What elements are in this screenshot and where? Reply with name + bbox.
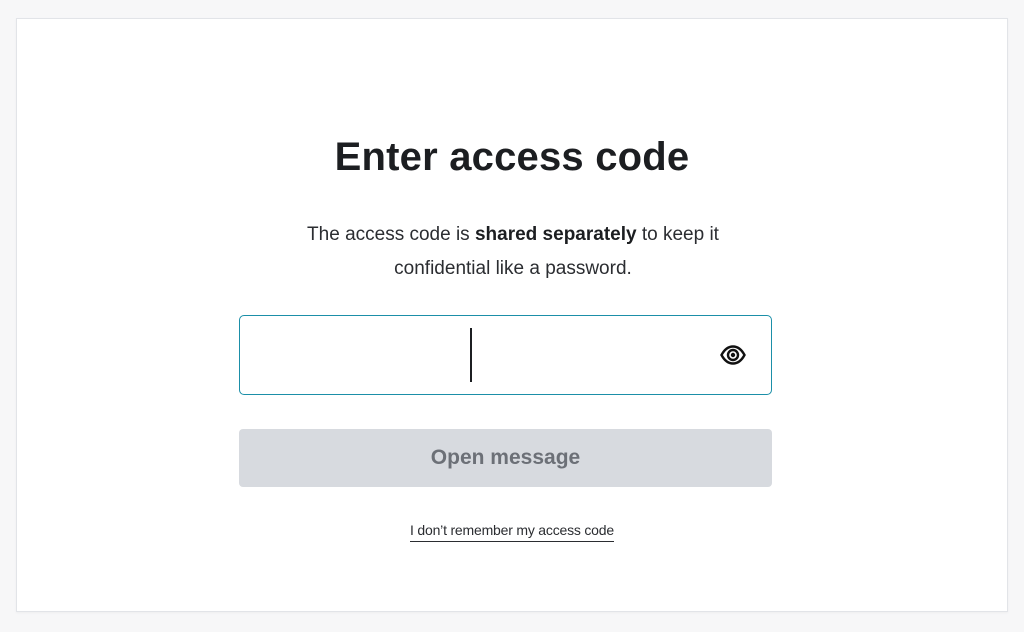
eye-icon xyxy=(720,345,746,365)
forgot-link-wrapper: I don’t remember my access code xyxy=(17,521,1007,542)
text-cursor xyxy=(470,328,472,382)
access-code-input[interactable] xyxy=(250,316,710,394)
open-message-button[interactable]: Open message xyxy=(239,429,772,487)
forgot-access-code-link[interactable]: I don’t remember my access code xyxy=(410,522,614,542)
card-content: Enter access code The access code is sha… xyxy=(17,19,1007,611)
access-code-card: Enter access code The access code is sha… xyxy=(16,18,1008,612)
access-code-field[interactable] xyxy=(239,315,772,395)
access-code-description: The access code is shared separately to … xyxy=(267,218,759,286)
show-code-toggle[interactable] xyxy=(719,343,747,367)
description-text-start: The access code is xyxy=(307,224,475,245)
description-emphasis: shared separately xyxy=(474,224,637,245)
page: Enter access code The access code is sha… xyxy=(0,0,1024,632)
page-title: Enter access code xyxy=(334,135,690,179)
